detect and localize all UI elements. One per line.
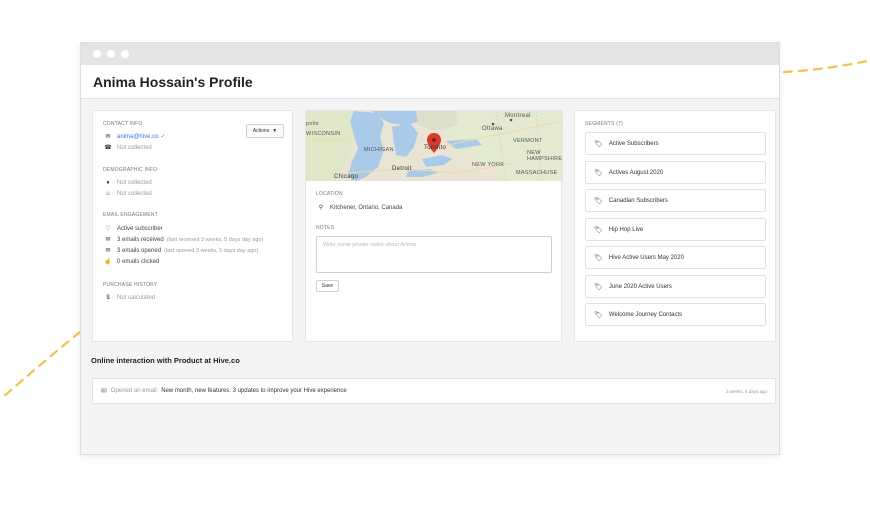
tag-icon: 🏷︎ [594,254,603,262]
gender-row: ♦ Not collected [93,177,292,188]
interaction-subject: New month, new features: 3 updates to im… [161,388,347,394]
phone-value: Not collected [117,144,152,151]
tag-icon: 🏷︎ [594,226,603,234]
heart-icon: ♡ [105,226,111,232]
email-row: ✉ anima@hive.co ✓ [93,131,292,142]
map-label-chicago: Chicago [334,174,359,180]
emails-opened-row: ✉ 3 emails opened (last opened 3 weeks, … [93,245,292,256]
window-titlebar [81,43,779,65]
decorative-dashes [0,330,82,400]
decorative-dashes [782,59,870,74]
emails-received-row: ✉ 3 emails received (last received 3 wee… [93,234,292,245]
segments-card: SEGMENTS (7) 🏷︎ Active Subscribers 🏷︎ Ac… [574,110,776,342]
location-map[interactable]: Montreal Ottawa VERMONT NEW HAMPSHIRE MA… [306,111,563,181]
envelope-open-icon: ✉ [101,388,107,395]
segment-item[interactable]: 🏷︎ Canadian Subscribers [585,189,766,212]
tag-icon: 🏷︎ [594,169,603,177]
purchase-row: $ Not calculated [93,292,292,303]
birthday-cake-icon: ♨ [105,191,111,197]
segment-item[interactable]: 🏷︎ June 2020 Active Users [585,275,766,298]
envelope-icon: ✉ [105,134,111,140]
gender-icon: ♦ [106,179,110,186]
emails-clicked-row: ☝ 0 emails clicked [93,256,292,267]
notes-label: NOTES [316,225,335,231]
segment-item[interactable]: 🏷︎ Hip Hop Live [585,218,766,241]
demographic-info-label: DEMOGRAPHIC INFO [103,167,158,173]
contact-info-label: CONTACT INFO [103,121,143,127]
segment-label: Canadian Subscribers [608,197,668,204]
online-interaction-title: Online interaction with Product at Hive.… [91,356,240,365]
emails-clicked: 0 emails clicked [117,258,160,265]
pointer-hand-icon: ☝ [104,259,112,265]
window-maximize-dot[interactable] [121,50,129,58]
emails-received-note: (last received 3 weeks, 5 days day ago) [166,236,264,243]
tag-icon: 🏷︎ [594,197,603,205]
segment-label: Active Subscribers [608,140,659,147]
map-label-massachusetts: MASSACHUSE [516,170,558,176]
notes-input[interactable]: Write some private notes about Anima [316,236,552,273]
profile-header: Anima Hossain's Profile [81,65,779,99]
window-close-dot[interactable] [93,50,101,58]
map-label-new-york: NEW YORK [472,162,505,168]
phone-row: ☎ Not collected [93,142,292,153]
map-label-detroit: Detroit [392,166,412,172]
map-label-wisconsin: WISCONSIN [306,131,341,137]
subscriber-status-row: ♡ Active subscriber [93,223,292,234]
segment-label: Actives August 2020 [608,169,664,176]
window-minimize-dot[interactable] [107,50,115,58]
tag-icon: 🏷︎ [594,283,603,291]
segment-label: Welcome Journey Contacts [608,311,683,318]
subscriber-status: Active subscriber [117,225,163,232]
tag-icon: 🏷︎ [594,311,603,319]
save-button[interactable]: Save [316,280,339,292]
email-engagement-label: EMAIL ENGAGEMENT [103,212,158,218]
map-label-polis: polis [306,121,319,127]
envelope-outline-icon: ✉ [105,237,111,243]
birthday-value: Not collected [117,190,152,197]
map-label-ottawa: Ottawa [482,126,503,132]
tag-icon: 🏷︎ [594,140,603,148]
email-link[interactable]: anima@hive.co [117,134,158,140]
purchase-history-label: PURCHASE HISTORY [103,282,158,288]
contact-card: CONTACT INFO Actions ▼ ✉ anima@hive.co ✓… [92,110,293,342]
gender-value: Not collected [117,179,152,186]
map-label-new-hampshire: NEW HAMPSHIRE [527,150,563,162]
map-label-toronto: Toronto [424,145,447,151]
segment-label: Hive Active Users May 2020 [608,254,684,261]
birthday-row: ♨ Not collected [93,188,292,199]
emails-opened: 3 emails opened [117,247,162,254]
location-value: Kitchener, Ontario, Canada [330,204,403,211]
map-label-montreal: Montreal [505,113,531,119]
phone-icon: ☎ [104,145,112,151]
app-window: Anima Hossain's Profile CONTACT INFO Act… [80,42,780,455]
location-row: ⚲ Kitchener, Ontario, Canada [306,202,403,213]
emails-opened-note: (last opened 3 weeks, 5 days day ago) [164,247,259,254]
interaction-time: 3 weeks, 5 days ago [725,388,767,394]
interaction-row[interactable]: ✉ Opened an email: New month, new featur… [92,378,776,404]
segment-label: Hip Hop Live [608,226,644,233]
map-label-michigan: MICHIGAN [364,147,394,153]
segment-item[interactable]: 🏷︎ Welcome Journey Contacts [585,303,766,326]
segments-label: SEGMENTS (7) [585,121,623,127]
location-label: LOCATION [316,191,343,197]
map-label-vermont: VERMONT [513,138,543,144]
dollar-icon: $ [106,294,110,301]
segment-item[interactable]: 🏷︎ Actives August 2020 [585,161,766,184]
interaction-prefix: Opened an email: [110,388,159,394]
notes-placeholder: Write some private notes about Anima [323,242,416,248]
location-card: Montreal Ottawa VERMONT NEW HAMPSHIRE MA… [305,110,563,342]
page-title: Anima Hossain's Profile [93,73,253,90]
purchase-value: Not calculated [117,294,156,301]
location-pin-icon: ⚲ [318,205,324,211]
verified-check-icon: ✓ [160,134,166,140]
emails-received: 3 emails received [117,236,164,243]
segment-label: June 2020 Active Users [608,283,672,290]
envelope-open-icon: ✉ [105,248,111,254]
segment-item[interactable]: 🏷︎ Active Subscribers [585,132,766,155]
segment-item[interactable]: 🏷︎ Hive Active Users May 2020 [585,246,766,269]
